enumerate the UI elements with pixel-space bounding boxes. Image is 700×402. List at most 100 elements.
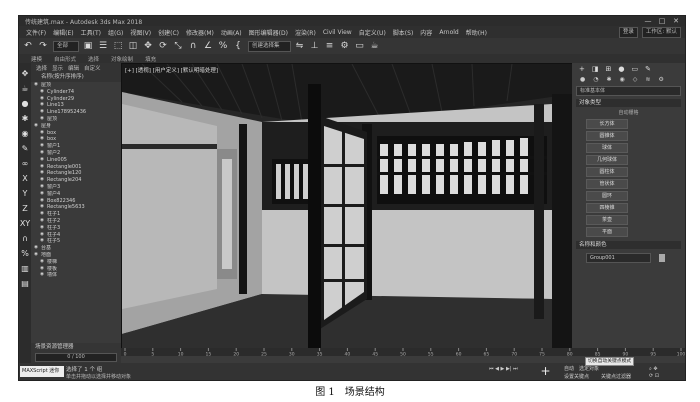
primitive-type-dropdown[interactable]: 标准基本体	[576, 86, 681, 96]
render-frame-icon[interactable]: ▭	[354, 40, 366, 52]
pyramid-button[interactable]: 四棱锥	[586, 203, 628, 213]
cylinder-button[interactable]: 圆柱体	[586, 167, 628, 177]
visibility-eye-icon[interactable]: ◉	[37, 259, 47, 266]
snap-icon[interactable]: ∩	[187, 40, 199, 52]
explorer-column-header[interactable]: 名称(按升序排序)	[31, 73, 121, 82]
visibility-eye-icon[interactable]: ◉	[37, 232, 47, 239]
redo-icon[interactable]: ↷	[37, 40, 49, 52]
menu-arnold[interactable]: Arnold	[439, 29, 458, 36]
visibility-eye-icon[interactable]: ◉	[31, 245, 41, 252]
name-color-rollout[interactable]: 名称和颜色	[576, 241, 681, 249]
table-row[interactable]: ◉ 柱子5	[31, 238, 121, 245]
spacewarps-icon[interactable]: ≋	[645, 76, 650, 83]
table-row[interactable]: ◉ Cylinder74	[31, 89, 121, 96]
selected-dropdown[interactable]: 选定对象	[579, 365, 599, 372]
teapot-button[interactable]: 茶壶	[586, 215, 628, 225]
play-controls-icon[interactable]: ⏮ ◀ ▶ ▶| ⏭	[489, 366, 518, 372]
color-swatch[interactable]	[659, 254, 665, 262]
table-row[interactable]: ◉ 窗户3	[31, 184, 121, 191]
menu-animation[interactable]: 动画(A)	[221, 28, 242, 37]
shapes-icon[interactable]: ◔	[593, 76, 598, 83]
menu-group[interactable]: 组(G)	[108, 28, 123, 37]
table-row[interactable]: ◉ Rectangle120	[31, 170, 121, 177]
menu-rendering[interactable]: 渲染(R)	[295, 28, 316, 37]
table-row[interactable]: ◉ 墙体	[31, 272, 121, 279]
key-filters-button[interactable]: 关键点过滤器	[601, 373, 631, 380]
visibility-eye-icon[interactable]: ◉	[37, 109, 47, 116]
table-row[interactable]: ◉ 地面	[31, 252, 121, 259]
visibility-eye-icon[interactable]: ◉	[31, 123, 41, 130]
display-tab-icon[interactable]: ▭	[631, 65, 638, 73]
helpers-icon[interactable]: ◇	[633, 76, 638, 83]
add-time-tag-icon[interactable]: +	[539, 365, 552, 378]
set-key-button[interactable]: 设置关键点	[564, 373, 589, 380]
teapot-icon[interactable]: ☕	[21, 84, 28, 93]
utilities-tab-icon[interactable]: ✎	[645, 65, 651, 73]
visibility-eye-icon[interactable]: ◉	[37, 272, 47, 279]
cameras-icon[interactable]: ◉	[620, 76, 625, 83]
autogrid-checkbox[interactable]: 自动栅格	[572, 109, 685, 116]
menu-modifiers[interactable]: 修改器(M)	[186, 28, 214, 37]
visibility-eye-icon[interactable]: ◉	[37, 157, 47, 164]
visibility-eye-icon[interactable]: ◉	[37, 170, 47, 177]
visibility-eye-icon[interactable]: ◉	[37, 150, 47, 157]
named-selection-set-dropdown[interactable]: 创建选择集	[248, 40, 291, 52]
menu-scripting[interactable]: 脚本(S)	[393, 28, 414, 37]
rotate-icon[interactable]: ⟳	[157, 40, 169, 52]
edit-named-selection-icon[interactable]: {	[232, 40, 244, 52]
axis-x-icon[interactable]: X	[22, 174, 27, 183]
ribbon-tab-populate[interactable]: 填充	[145, 55, 156, 63]
menu-create[interactable]: 创建(C)	[158, 28, 179, 37]
visibility-eye-icon[interactable]: ◉	[37, 143, 47, 150]
object-name-input[interactable]: Group001	[586, 253, 651, 263]
align-icon[interactable]: ⊥	[309, 40, 321, 52]
percent-snap-icon[interactable]: %	[217, 40, 229, 52]
light-icon[interactable]: ✱	[22, 114, 29, 123]
rect-select-icon[interactable]: ⬚	[112, 40, 124, 52]
table-row[interactable]: ◉ 屋顶	[31, 82, 121, 89]
orbit-icon[interactable]: ⟳ ⊡	[649, 373, 659, 379]
selection-filter-dropdown[interactable]: 全部	[53, 40, 80, 52]
table-row[interactable]: ◉ Rectangle204	[31, 177, 121, 184]
timeline-track[interactable]: 0 5 10 15 20 25 30 35 40 45 50 55 60 65 70 75 80 85 90 95 10…	[121, 348, 685, 356]
workspace-dropdown[interactable]: 工作区: 默认	[641, 27, 681, 38]
visibility-eye-icon[interactable]: ◉	[37, 225, 47, 232]
table-row[interactable]: ◉ box	[31, 136, 121, 143]
ribbon-tab-freeform[interactable]: 自由形式	[54, 55, 76, 63]
sphere-icon[interactable]: ●	[22, 99, 29, 108]
zoom-icon[interactable]: ⌕ ✥	[649, 366, 658, 372]
visibility-eye-icon[interactable]: ◉	[37, 136, 47, 143]
table-row[interactable]: ◉ Box822346	[31, 198, 121, 205]
axis-xy-icon[interactable]: XY	[20, 219, 30, 228]
menu-civil-view[interactable]: Civil View	[323, 29, 352, 36]
angle-snap-icon[interactable]: ∠	[202, 40, 214, 52]
maximize-button[interactable]: □	[655, 16, 669, 26]
explorer-tab-customize[interactable]: 自定义	[84, 64, 101, 72]
menu-graph-editors[interactable]: 图形编辑器(D)	[249, 28, 288, 37]
explorer-footer-label[interactable]: 场景资源管理器	[31, 343, 121, 352]
visibility-eye-icon[interactable]: ◉	[37, 266, 47, 273]
motion-tab-icon[interactable]: ●	[618, 65, 624, 73]
table-row[interactable]: ◉ 柱子3	[31, 225, 121, 232]
layer-icon[interactable]: ≡	[324, 40, 336, 52]
minimize-button[interactable]: —	[641, 16, 655, 26]
visibility-eye-icon[interactable]: ◉	[37, 102, 47, 109]
visibility-eye-icon[interactable]: ◉	[37, 96, 47, 103]
visibility-eye-icon[interactable]: ◉	[31, 82, 41, 89]
mirror-icon[interactable]: ⇋	[294, 40, 306, 52]
window-crossing-icon[interactable]: ◫	[127, 40, 139, 52]
menu-customize[interactable]: 自定义(U)	[359, 28, 386, 37]
auto-key-button[interactable]: 自动	[564, 365, 574, 372]
align-left-icon[interactable]: ▤	[21, 279, 29, 288]
explorer-tab-select[interactable]: 选择	[36, 64, 47, 72]
menu-content[interactable]: 内容	[420, 28, 432, 37]
table-row[interactable]: ◉ Rectangle5633	[31, 204, 121, 211]
ribbon-tab-selection[interactable]: 选择	[88, 55, 99, 63]
visibility-eye-icon[interactable]: ◉	[37, 116, 47, 123]
menu-file[interactable]: 文件(F)	[26, 28, 46, 37]
sphere-button[interactable]: 球体	[586, 143, 628, 153]
camera-icon[interactable]: ◉	[22, 129, 29, 138]
tube-button[interactable]: 管状体	[586, 179, 628, 189]
link-icon[interactable]: ∞	[22, 159, 29, 168]
visibility-eye-icon[interactable]: ◉	[37, 218, 47, 225]
